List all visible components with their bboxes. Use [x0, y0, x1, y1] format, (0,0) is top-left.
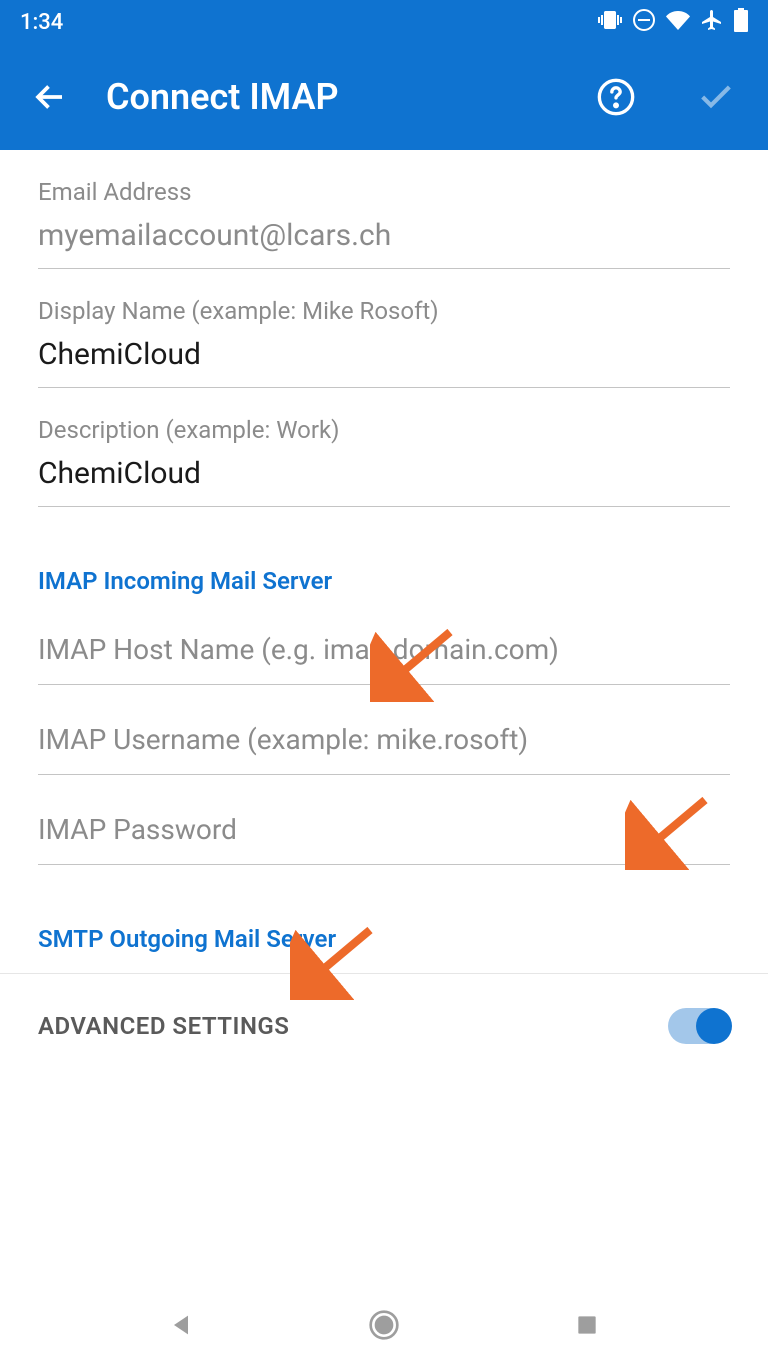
wifi-icon	[666, 8, 690, 36]
email-field-group[interactable]: Email Address myemailaccount@lcars.ch	[38, 150, 730, 269]
imap-host-input[interactable]: IMAP Host Name (e.g. imap.domain.com)	[38, 595, 730, 685]
description-field-group[interactable]: Description (example: Work) ChemiCloud	[38, 388, 730, 507]
advanced-settings-toggle[interactable]	[668, 1008, 730, 1044]
display-name-field-group[interactable]: Display Name (example: Mike Rosoft) Chem…	[38, 269, 730, 388]
status-icons	[598, 8, 748, 36]
email-value: myemailaccount@lcars.ch	[38, 218, 730, 254]
imap-username-input[interactable]: IMAP Username (example: mike.rosoft)	[38, 685, 730, 775]
airplane-icon	[700, 8, 724, 36]
nav-back-button[interactable]	[161, 1305, 201, 1345]
nav-bar	[0, 1285, 768, 1365]
battery-icon	[734, 8, 748, 36]
vibrate-icon	[598, 8, 622, 36]
display-name-value: ChemiCloud	[38, 337, 730, 373]
imap-password-input[interactable]: IMAP Password	[38, 775, 730, 865]
toggle-knob	[696, 1008, 732, 1044]
display-name-label: Display Name (example: Mike Rosoft)	[38, 297, 730, 325]
app-bar: Connect IMAP	[0, 44, 768, 150]
back-button[interactable]	[30, 77, 70, 117]
advanced-settings-label: ADVANCED SETTINGS	[38, 1012, 289, 1040]
status-bar: 1:34	[0, 0, 768, 44]
email-label: Email Address	[38, 178, 730, 206]
description-label: Description (example: Work)	[38, 416, 730, 444]
nav-home-button[interactable]	[364, 1305, 404, 1345]
advanced-settings-row: ADVANCED SETTINGS	[0, 973, 768, 1070]
form-content: Email Address myemailaccount@lcars.ch Di…	[0, 150, 768, 953]
description-value: ChemiCloud	[38, 456, 730, 492]
dnd-icon	[632, 8, 656, 36]
nav-recent-button[interactable]	[567, 1305, 607, 1345]
confirm-button[interactable]	[694, 75, 738, 119]
imap-host-placeholder: IMAP Host Name (e.g. imap.domain.com)	[38, 633, 730, 666]
imap-section-header: IMAP Incoming Mail Server	[38, 507, 730, 595]
imap-username-placeholder: IMAP Username (example: mike.rosoft)	[38, 723, 730, 756]
app-title: Connect IMAP	[106, 76, 558, 118]
smtp-section-header: SMTP Outgoing Mail Server	[38, 865, 730, 953]
imap-password-placeholder: IMAP Password	[38, 813, 730, 846]
status-time: 1:34	[20, 10, 63, 35]
help-button[interactable]	[594, 75, 638, 119]
